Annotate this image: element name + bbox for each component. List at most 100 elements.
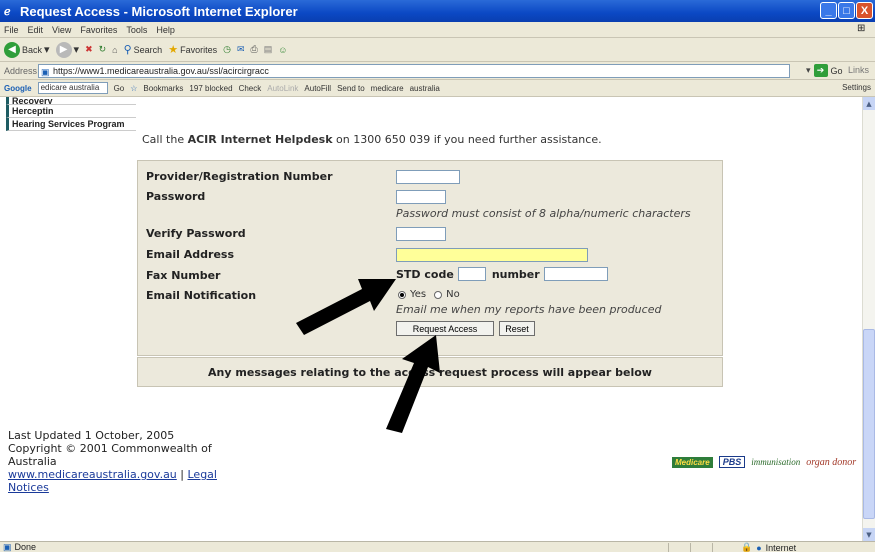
history-icon[interactable]: ◷ xyxy=(223,44,231,55)
favorites-label: Favorites xyxy=(180,44,218,55)
verify-password-input[interactable] xyxy=(396,227,446,241)
sidebar-item-recovery[interactable]: Recovery xyxy=(6,97,136,105)
menu-favorites[interactable]: Favorites xyxy=(80,25,117,35)
star-icon[interactable]: ☆ xyxy=(130,84,137,93)
status-divider xyxy=(668,543,669,552)
stop-icon[interactable]: ✖ xyxy=(85,44,93,55)
address-label: Address xyxy=(4,65,38,76)
provider-number-input[interactable] xyxy=(396,170,460,184)
popup-blocked-indicator[interactable]: 197 blocked xyxy=(189,84,232,93)
menu-file[interactable]: File xyxy=(4,25,19,35)
back-button[interactable]: ◀ Back ▾ xyxy=(4,41,50,58)
password-label: Password xyxy=(146,190,206,203)
back-arrow-icon: ◀ xyxy=(4,41,20,58)
email-notification-label: Email Notification xyxy=(146,289,257,302)
google-logo[interactable]: Google xyxy=(4,84,32,93)
arrow-pointing-to-request-access xyxy=(296,279,396,335)
fax-fields: STD code number xyxy=(396,267,608,281)
notification-hint: Email me when my reports have been produ… xyxy=(396,303,662,316)
google-go-button[interactable]: Go xyxy=(114,84,125,93)
notification-no-radio[interactable] xyxy=(434,290,443,299)
copyright: Copyright © 2001 Commonwealth of Austral… xyxy=(8,442,212,468)
last-updated: Last Updated 1 October, 2005 xyxy=(8,429,175,442)
bookmarks-button[interactable]: Bookmarks xyxy=(143,84,183,93)
scroll-up-icon[interactable]: ▲ xyxy=(863,97,875,110)
fax-number-label: number xyxy=(491,267,540,281)
notification-no-label: No xyxy=(446,289,460,300)
page-done-icon: ▣ xyxy=(3,541,12,552)
email-address-input[interactable] xyxy=(396,248,588,262)
go-button[interactable]: ▾ ➔ Go xyxy=(806,64,843,77)
print-icon[interactable]: ⎙ xyxy=(251,44,258,55)
std-code-input[interactable] xyxy=(457,267,486,281)
menu-tools[interactable]: Tools xyxy=(126,25,147,35)
help-prefix: Call the xyxy=(142,133,185,146)
internet-explorer-icon: ℯ xyxy=(4,6,11,18)
address-url: https://www1.medicareaustralia.gov.au/ss… xyxy=(53,66,269,76)
go-label: Go xyxy=(830,65,843,76)
messenger-icon[interactable]: ☺ xyxy=(278,45,287,55)
zone-label: Internet xyxy=(765,542,797,552)
minimize-button[interactable]: _ xyxy=(820,2,837,19)
security-zone: 🔒 ● Internet xyxy=(741,542,796,552)
lock-icon: 🔒 xyxy=(741,542,753,552)
scroll-down-icon[interactable]: ▼ xyxy=(863,528,875,541)
request-access-form: Provider/Registration Number Password Pa… xyxy=(137,160,723,356)
pbs-logo[interactable]: PBS xyxy=(718,456,746,468)
menu-view[interactable]: View xyxy=(52,25,71,35)
address-bar: Address ▣ https://www1.medicareaustralia… xyxy=(0,62,875,80)
helpdesk-name: ACIR Internet Helpdesk xyxy=(187,133,333,146)
fax-number-input[interactable] xyxy=(543,267,608,281)
menu-edit[interactable]: Edit xyxy=(28,25,44,35)
page-icon: ▣ xyxy=(41,67,50,77)
organ-donor-logo[interactable]: organ donor xyxy=(806,457,856,468)
address-input[interactable]: ▣ https://www1.medicareaustralia.gov.au/… xyxy=(38,64,790,78)
chevron-down-icon: ▾ xyxy=(73,44,80,56)
site-link[interactable]: www.medicareaustralia.gov.au xyxy=(8,468,177,481)
highlight-term-medicare[interactable]: medicare xyxy=(371,84,404,93)
dropdown-icon: ▾ xyxy=(806,65,811,75)
autofill-button[interactable]: AutoFill xyxy=(304,84,331,93)
menu-help[interactable]: Help xyxy=(156,25,175,35)
vertical-scrollbar[interactable]: ▲ ▼ xyxy=(862,97,875,541)
mail-icon[interactable]: ✉ xyxy=(237,44,245,55)
highlight-term-australia[interactable]: australia xyxy=(410,84,440,93)
window-controls: _ □ X xyxy=(820,2,873,19)
notification-yes-label: Yes xyxy=(410,289,427,300)
windows-logo-icon: ⊞ xyxy=(857,23,866,34)
sidebar-item-hearing-services[interactable]: Hearing Services Program xyxy=(6,118,136,131)
forward-arrow-icon: ▶ xyxy=(55,41,72,58)
medicare-logo[interactable]: Medicare xyxy=(672,456,713,468)
arrow-pointing-up-to-button xyxy=(386,335,440,433)
maximize-button[interactable]: □ xyxy=(838,2,855,19)
sidebar-item-herceptin[interactable]: Herceptin xyxy=(6,105,136,118)
search-button[interactable]: ⚲ Search xyxy=(124,43,163,56)
page-content: Recovery Herceptin Hearing Services Prog… xyxy=(0,97,862,541)
email-label: Email Address xyxy=(146,248,235,261)
close-button[interactable]: X xyxy=(856,2,873,19)
provider-label: Provider/Registration Number xyxy=(146,170,333,183)
immunisation-logo[interactable]: immunisation xyxy=(751,457,800,467)
autolink-button[interactable]: AutoLink xyxy=(267,84,298,93)
status-divider xyxy=(712,543,713,552)
settings-button[interactable]: Settings xyxy=(842,83,871,92)
go-arrow-icon: ➔ xyxy=(813,64,828,77)
sidebar-nav: Recovery Herceptin Hearing Services Prog… xyxy=(6,97,136,131)
google-search-input[interactable]: edicare australia xyxy=(37,82,108,94)
fax-label: Fax Number xyxy=(146,269,221,282)
edit-icon[interactable]: ▤ xyxy=(264,44,273,55)
scroll-thumb[interactable] xyxy=(863,329,875,519)
reset-button[interactable]: Reset xyxy=(499,321,535,336)
footer: Last Updated 1 October, 2005 Copyright ©… xyxy=(8,429,248,494)
password-input[interactable] xyxy=(396,190,446,204)
spellcheck-button[interactable]: Check xyxy=(239,84,262,93)
links-button[interactable]: Links xyxy=(848,65,869,75)
forward-button[interactable]: ▶ ▾ xyxy=(55,41,80,58)
home-icon[interactable]: ⌂ xyxy=(112,45,117,55)
footer-links: www.medicareaustralia.gov.au | Legal Not… xyxy=(8,468,248,494)
globe-icon: ● xyxy=(756,542,762,552)
google-toolbar: Google edicare australia Go ☆ Bookmarks … xyxy=(0,80,875,97)
refresh-icon[interactable]: ↻ xyxy=(99,44,107,55)
favorites-button[interactable]: ★ Favorites xyxy=(168,43,217,56)
send-to-button[interactable]: Send to xyxy=(337,84,365,93)
